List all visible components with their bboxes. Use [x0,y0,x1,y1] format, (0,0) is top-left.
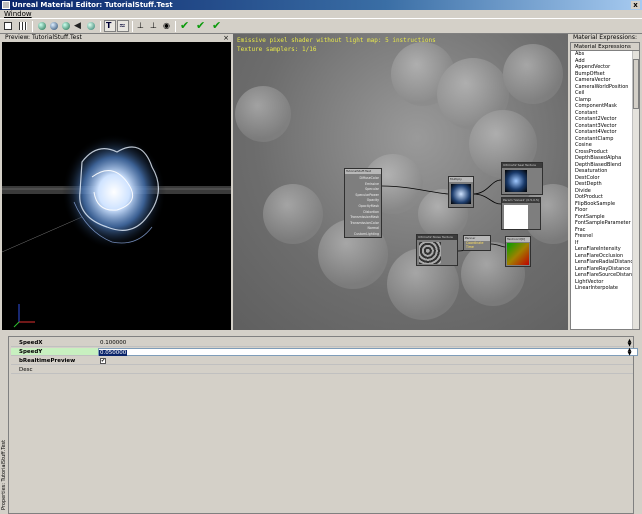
texture-sample-node[interactable]: Ultima32 Seal Texture [501,162,543,195]
property-row[interactable]: SpeedX 0.100000 ▲ ▼ [11,339,633,348]
noise-texture-node[interactable]: Ultima32 Noise Texture [416,234,458,266]
input-transmission-mask: TransmissionMask [350,215,379,220]
preview-title-text: Preview: TutorialStuff.Test [5,34,82,41]
multiply-node[interactable]: Multiply [448,176,474,208]
home-icon[interactable] [2,20,14,32]
title-bar: Unreal Material Editor: TutorialStuff.Te… [0,0,642,10]
toolbar: ◀ T ≈ ⊥ ⊥ ◉ ✔ ✔ ✔ [0,19,642,34]
close-button[interactable]: x [631,1,640,9]
expressions-list[interactable]: Material Expressions Abs Add AppendVector B… [570,42,640,330]
expressions-items: Abs Add AppendVector BumpOffset CameraVector… [571,51,639,292]
property-edit-field[interactable]: 0.050000 [98,348,638,356]
expression-item[interactable]: LensFlareRadialDistance [575,259,639,266]
property-row[interactable]: SpeedY 0.050000 ▲ ▼ [11,348,638,357]
property-value[interactable]: 0.100000 [100,339,126,347]
texture-preview [505,170,527,192]
expression-item[interactable]: LensFlareSourceDistance [575,272,639,279]
sphere-icon[interactable] [60,20,72,32]
property-name: SpeedY [19,349,43,355]
menu-window[interactable]: Window [4,10,32,18]
property-name: Desc [19,367,33,373]
param-title: Param 'Value1' (0.5,0.5) [502,198,540,203]
expressions-panel: Material Expressions: Tuto Material Expr… [570,34,640,330]
noise-preview [419,242,441,264]
panner-node[interactable]: Panner Coordinate Time [463,235,491,251]
param-node[interactable]: Param 'Value1' (0.5,0.5) [501,197,541,230]
property-name: SpeedX [19,340,43,346]
properties-label-text: Properties: TutorialStuff.Test [1,439,7,510]
grid-icon[interactable] [17,20,29,32]
property-name: bRealtimePreview [19,358,76,364]
sphere-icon[interactable] [48,20,60,32]
window-title: Unreal Material Editor: TutorialStuff.Te… [12,1,173,9]
app-icon [2,1,10,9]
property-checkbox[interactable]: ✔ [100,358,106,364]
panner-time: Time [466,245,474,249]
text-icon[interactable]: T [104,20,116,32]
texcoord-node[interactable]: TexCoord[0] [505,236,531,267]
param-preview [504,205,528,229]
curve-icon[interactable]: ≈ [117,20,129,32]
multiply-preview [451,184,471,204]
material-icon[interactable] [85,20,97,32]
noise-texture-title: Ultima32 Noise Texture [417,235,457,240]
menu-bar: Window [0,10,642,19]
texture-sample-title: Ultima32 Seal Texture [502,163,542,168]
expression-item[interactable]: FontSampleParameter [575,220,639,227]
texcoord-title: TexCoord[0] [506,237,530,242]
node-icon[interactable]: ⊥ [148,20,160,32]
check-icon[interactable]: ✔ [210,20,222,32]
back-arrow-icon[interactable]: ◀ [72,20,84,32]
spinner-icon[interactable]: ▲ ▼ [626,339,633,348]
property-value[interactable]: 0.050000 [99,350,128,356]
properties-side-label: Properties: TutorialStuff.Test [0,330,8,514]
properties-panel: SpeedX 0.100000 ▲ ▼ SpeedY 0.050000 ▲ ▼ bR… [8,336,638,514]
spinner-icon[interactable]: ▲ ▼ [626,348,633,357]
preview-viewport[interactable] [2,42,231,330]
input-custom-lighting: CustomLighting [353,231,379,236]
expressions-scrollbar[interactable] [632,51,639,329]
multiply-title: Multiply [449,177,473,182]
material-graph[interactable]: Emissive pixel shader without light map:… [233,34,568,330]
info-instructions: Emissive pixel shader without light map:… [237,37,436,44]
property-row[interactable]: Desc [11,366,633,374]
expressions-column-header[interactable]: Material Expressions [571,43,639,51]
expression-item[interactable]: LinearInterpolate [575,285,639,292]
sphere-icon[interactable] [36,20,48,32]
property-row[interactable]: bRealtimePreview ✔ [11,357,633,365]
preview-render [2,134,231,328]
preview-title: Preview: TutorialStuff.Test × [2,34,231,42]
texcoord-preview [507,243,529,265]
check-icon[interactable]: ✔ [178,20,190,32]
node-icon[interactable]: ⊥ [135,20,147,32]
material-node[interactable]: TutorialStuff.Test DiffuseColor Emissive… [344,168,382,238]
info-samplers: Texture samplers: 1/16 [237,46,317,53]
material-node-title: TutorialStuff.Test [345,169,381,174]
close-icon[interactable]: × [223,34,229,42]
preview-panel: Preview: TutorialStuff.Test × [2,34,231,330]
expressions-title: Material Expressions: Tuto [570,34,640,49]
check-icon[interactable]: ✔ [194,20,206,32]
eye-icon[interactable]: ◉ [161,20,173,32]
